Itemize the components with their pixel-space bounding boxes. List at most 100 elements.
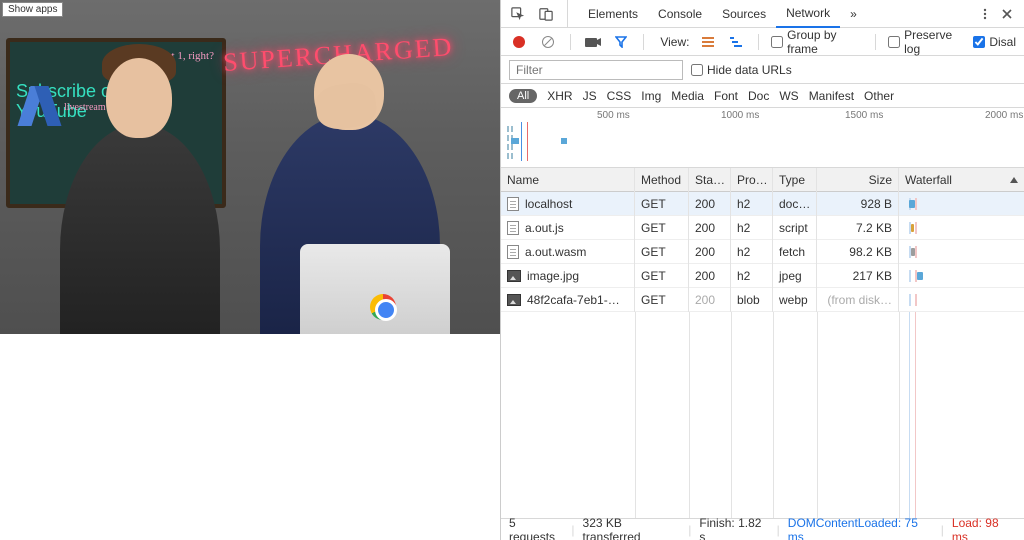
col-protocol[interactable]: Pro…: [731, 168, 773, 192]
timeline-tick: 1000 ms: [721, 110, 759, 121]
tab-network[interactable]: Network: [776, 0, 840, 28]
type-all[interactable]: All: [509, 89, 537, 103]
device-toggle-icon[interactable]: [535, 3, 557, 25]
inspect-icon[interactable]: [507, 3, 529, 25]
timeline-tick: 1500 ms: [845, 110, 883, 121]
devtools-panel: Elements Console Sources Network » View:…: [500, 0, 1024, 540]
cell-status: 200: [689, 240, 731, 264]
type-xhr[interactable]: XHR: [547, 89, 572, 103]
cell-type: jpeg: [773, 264, 817, 288]
type-doc[interactable]: Doc: [748, 89, 769, 103]
table-row[interactable]: a.out.jsGET200h2script7.2 KB: [501, 216, 1024, 240]
type-media[interactable]: Media: [671, 89, 704, 103]
clear-icon[interactable]: [537, 31, 557, 53]
table-row[interactable]: 48f2cafa-7eb1-…GET200blobwebp(from disk…: [501, 288, 1024, 312]
large-rows-icon[interactable]: [697, 31, 717, 53]
cell-method: GET: [635, 264, 689, 288]
col-size[interactable]: Size: [817, 168, 899, 192]
status-finish: Finish: 1.82 s: [699, 516, 768, 540]
tab-sources[interactable]: Sources: [712, 0, 776, 28]
col-name[interactable]: Name: [501, 168, 635, 192]
cell-method: GET: [635, 192, 689, 216]
cell-waterfall: [899, 216, 1024, 240]
cell-waterfall: [899, 288, 1024, 312]
table-row[interactable]: a.out.wasmGET200h2fetch98.2 KB: [501, 240, 1024, 264]
cell-size: 7.2 KB: [817, 216, 899, 240]
image-file-icon: [507, 294, 521, 306]
timeline-tick: 2000 ms: [985, 110, 1023, 121]
cell-waterfall: [899, 192, 1024, 216]
type-css[interactable]: CSS: [607, 89, 632, 103]
cell-waterfall: [899, 240, 1024, 264]
timeline-tick: 500 ms: [597, 110, 630, 121]
polymer-logo-icon: [24, 86, 55, 126]
document-file-icon: [507, 221, 519, 235]
cell-type: webp: [773, 288, 817, 312]
cell-size: (from disk…: [817, 288, 899, 312]
cell-protocol: h2: [731, 264, 773, 288]
cell-name: a.out.wasm: [501, 240, 635, 264]
type-other[interactable]: Other: [864, 89, 894, 103]
status-bar: 5 requests | 323 KB transferred | Finish…: [501, 518, 1024, 540]
col-status[interactable]: Sta…: [689, 168, 731, 192]
record-icon[interactable]: [509, 31, 529, 53]
cell-protocol: h2: [731, 192, 773, 216]
kebab-menu-icon[interactable]: [974, 3, 996, 25]
type-font[interactable]: Font: [714, 89, 738, 103]
view-label: View:: [660, 35, 689, 49]
cell-protocol: h2: [731, 216, 773, 240]
cell-type: fetch: [773, 240, 817, 264]
filter-input[interactable]: [509, 60, 683, 80]
table-row[interactable]: image.jpgGET200h2jpeg217 KB: [501, 264, 1024, 288]
cell-protocol: blob: [731, 288, 773, 312]
col-waterfall[interactable]: Waterfall: [899, 168, 1024, 192]
cell-method: GET: [635, 216, 689, 240]
video-still: Show apps You saw part 1, right? livestr…: [0, 0, 500, 334]
status-requests: 5 requests: [509, 516, 563, 540]
show-apps-button[interactable]: Show apps: [2, 2, 63, 17]
hide-data-urls-checkbox[interactable]: Hide data URLs: [691, 63, 792, 77]
table-fill: [501, 312, 1024, 518]
network-toolbar: View: Group by frame Preserve log Disal: [501, 28, 1024, 56]
type-manifest[interactable]: Manifest: [809, 89, 854, 103]
col-method[interactable]: Method: [635, 168, 689, 192]
image-file-icon: [507, 270, 521, 282]
disable-cache-checkbox[interactable]: Disal: [973, 35, 1016, 49]
type-js[interactable]: JS: [583, 89, 597, 103]
cell-name: a.out.js: [501, 216, 635, 240]
cell-method: GET: [635, 288, 689, 312]
status-transferred: 323 KB transferred: [583, 516, 681, 540]
status-domcontentloaded: DOMContentLoaded: 75 ms: [788, 516, 933, 540]
devtools-tabs-row: Elements Console Sources Network »: [501, 0, 1024, 28]
tab-elements[interactable]: Elements: [578, 0, 648, 28]
cell-status: 200: [689, 216, 731, 240]
screenshot-icon[interactable]: [583, 31, 603, 53]
tab-more[interactable]: »: [840, 0, 867, 28]
cell-status: 200: [689, 288, 731, 312]
tab-console[interactable]: Console: [648, 0, 712, 28]
cell-size: 217 KB: [817, 264, 899, 288]
sort-asc-icon: [1010, 177, 1018, 183]
laptop: [300, 244, 450, 334]
filter-row: Hide data URLs: [501, 56, 1024, 84]
document-file-icon: [507, 197, 519, 211]
filter-icon[interactable]: [611, 31, 631, 53]
document-file-icon: [507, 245, 519, 259]
blank-area: [0, 334, 500, 540]
preserve-log-checkbox[interactable]: Preserve log: [888, 28, 965, 56]
cell-waterfall: [899, 264, 1024, 288]
timeline-overview[interactable]: 500 ms 1000 ms 1500 ms 2000 ms: [501, 108, 1024, 168]
type-ws[interactable]: WS: [779, 89, 798, 103]
waterfall-view-icon[interactable]: [726, 31, 746, 53]
type-img[interactable]: Img: [641, 89, 661, 103]
cell-name: localhost: [501, 192, 635, 216]
table-header[interactable]: Name Method Sta… Pro… Type Size Waterfal…: [501, 168, 1024, 192]
close-icon[interactable]: [996, 3, 1018, 25]
col-type[interactable]: Type: [773, 168, 817, 192]
cell-size: 928 B: [817, 192, 899, 216]
requests-table: Name Method Sta… Pro… Type Size Waterfal…: [501, 168, 1024, 312]
cell-status: 200: [689, 192, 731, 216]
group-by-frame-checkbox[interactable]: Group by frame: [771, 28, 863, 56]
cell-type: script: [773, 216, 817, 240]
table-row[interactable]: localhostGET200h2doc…928 B: [501, 192, 1024, 216]
